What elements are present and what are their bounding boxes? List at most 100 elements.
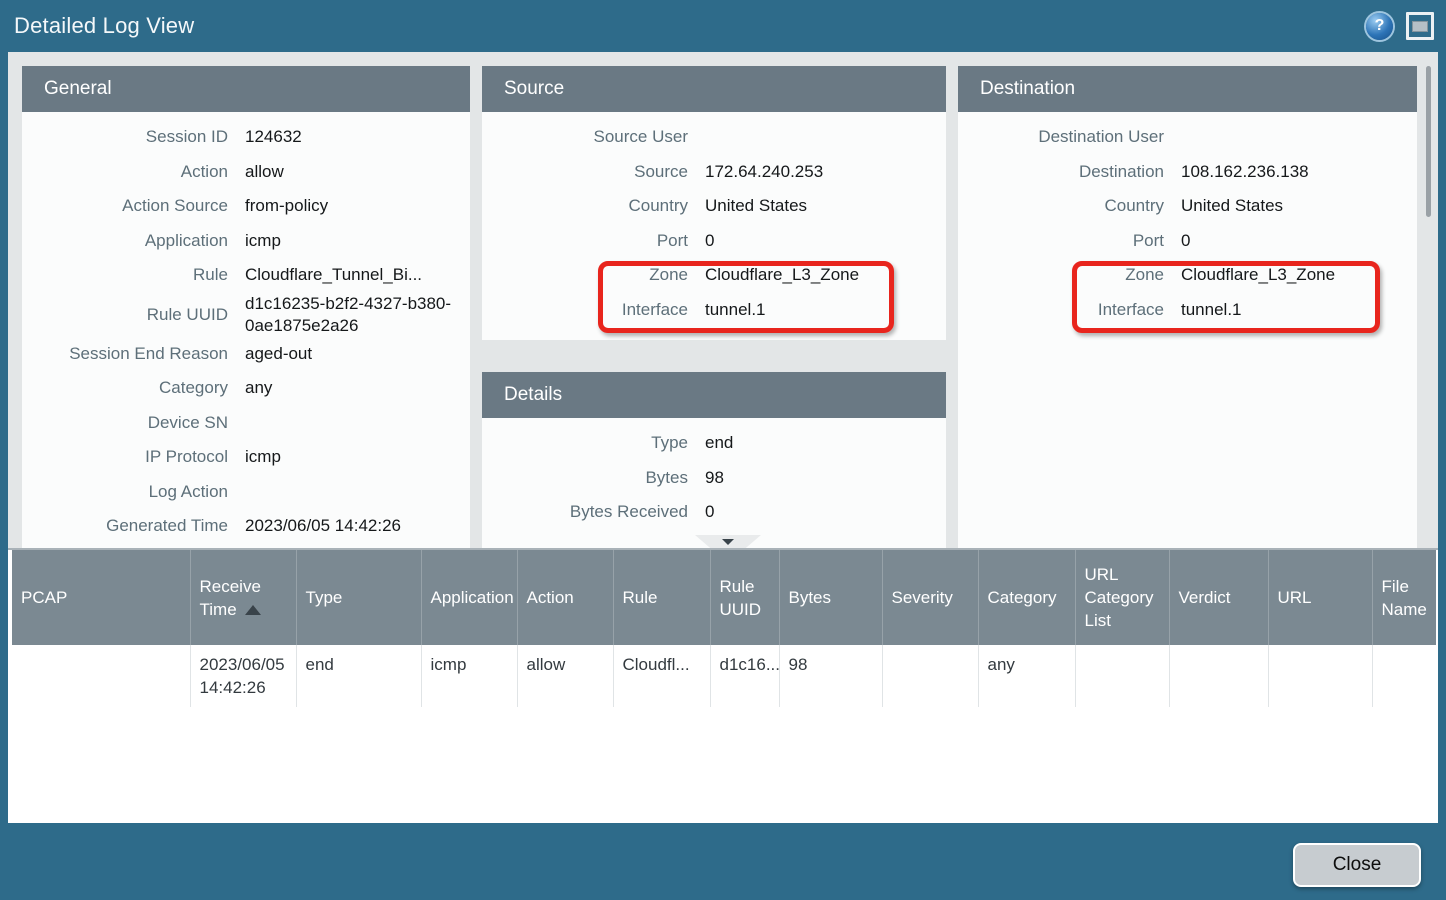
field-value: 0 bbox=[1181, 230, 1409, 252]
field-value: 124632 bbox=[245, 126, 462, 148]
details-panel-header: Details bbox=[482, 372, 946, 418]
field-label: Session End Reason bbox=[22, 344, 228, 364]
field-label: Zone bbox=[958, 265, 1164, 285]
field-value: end bbox=[705, 432, 938, 454]
field-label: IP Protocol bbox=[22, 447, 228, 467]
field-row: Port 0 bbox=[482, 224, 938, 259]
column-header[interactable]: Verdict bbox=[1169, 550, 1268, 645]
column-header[interactable]: URL bbox=[1268, 550, 1372, 645]
log-detail-panels: General Session ID 124632 Action allow bbox=[8, 52, 1438, 548]
log-table: PCAP Receive Time Type Application bbox=[12, 550, 1436, 707]
field-value: 2023/06/05 14:42:26 bbox=[245, 515, 462, 537]
column-header-label: Category bbox=[988, 588, 1057, 607]
field-label: Destination bbox=[958, 162, 1164, 182]
window-restore-icon[interactable] bbox=[1406, 12, 1434, 40]
log-table-cell: allow bbox=[517, 645, 613, 707]
log-table-cell: d1c16... bbox=[710, 645, 779, 707]
field-value: United States bbox=[1181, 195, 1409, 217]
log-table-section: PCAP Receive Time Type Application bbox=[8, 548, 1438, 823]
column-header-label: URL bbox=[1278, 588, 1312, 607]
field-label: Port bbox=[958, 231, 1164, 251]
field-value: aged-out bbox=[245, 343, 462, 365]
source-panel: Source Source User Source 172.64.240.253 bbox=[482, 66, 946, 340]
general-panel: General Session ID 124632 Action allow bbox=[22, 66, 470, 548]
column-header-label: Severity bbox=[892, 588, 953, 607]
general-panel-header: General bbox=[22, 66, 470, 112]
field-value: 98 bbox=[705, 467, 938, 489]
field-label: Destination User bbox=[958, 127, 1164, 147]
column-header[interactable]: Bytes bbox=[779, 550, 882, 645]
log-table-cell: Cloudfl... bbox=[613, 645, 710, 707]
column-header[interactable]: Rule UUID bbox=[710, 550, 779, 645]
log-table-cell: 2023/06/05 14:42:26 bbox=[190, 645, 296, 707]
field-row: Bytes 98 bbox=[482, 461, 938, 496]
field-label: Interface bbox=[482, 300, 688, 320]
field-row: Destination User bbox=[958, 120, 1409, 155]
field-row: Action Source from-policy bbox=[22, 189, 462, 224]
field-label: Action Source bbox=[22, 196, 228, 216]
close-button[interactable]: Close bbox=[1293, 843, 1421, 887]
column-header-label: Bytes bbox=[789, 588, 832, 607]
field-value: any bbox=[245, 377, 462, 399]
log-table-cell bbox=[12, 645, 190, 707]
column-header[interactable]: Severity bbox=[882, 550, 978, 645]
field-label: Interface bbox=[958, 300, 1164, 320]
field-value: tunnel.1 bbox=[705, 299, 938, 321]
field-row: IP Protocol icmp bbox=[22, 440, 462, 475]
field-row: Rule Cloudflare_Tunnel_Bi... bbox=[22, 258, 462, 293]
panels-scrollbar-thumb[interactable] bbox=[1426, 66, 1431, 217]
column-header[interactable]: URL Category List bbox=[1075, 550, 1169, 645]
field-label: Rule UUID bbox=[22, 305, 228, 325]
column-header[interactable]: Type bbox=[296, 550, 421, 645]
column-header-label: Type bbox=[306, 588, 343, 607]
field-label: Application bbox=[22, 231, 228, 251]
column-header-label: Rule UUID bbox=[720, 577, 762, 619]
log-table-cell bbox=[1169, 645, 1268, 707]
field-row: Generated Time 2023/06/05 14:42:26 bbox=[22, 509, 462, 544]
log-table-cell bbox=[1075, 645, 1169, 707]
log-table-cell: 98 bbox=[779, 645, 882, 707]
log-table-row[interactable]: 2023/06/05 14:42:26 end icmp allow Cloud… bbox=[12, 645, 1436, 707]
field-row: Device SN bbox=[22, 406, 462, 441]
field-label: Log Action bbox=[22, 482, 228, 502]
log-table-cell: icmp bbox=[421, 645, 517, 707]
field-value: allow bbox=[245, 161, 462, 183]
help-icon[interactable]: ? bbox=[1366, 13, 1393, 40]
details-panel: Details Type end Bytes 98 bbox=[482, 372, 946, 548]
field-row: Category any bbox=[22, 371, 462, 406]
column-header[interactable]: Receive Time bbox=[190, 550, 296, 645]
column-header-label: Action bbox=[527, 588, 574, 607]
field-label: Rule bbox=[22, 265, 228, 285]
column-header-label: URL Category List bbox=[1085, 565, 1154, 630]
log-table-cell bbox=[882, 645, 978, 707]
field-value: United States bbox=[705, 195, 938, 217]
column-header[interactable]: File Name bbox=[1372, 550, 1436, 645]
field-label: Port bbox=[482, 231, 688, 251]
field-value: Cloudflare_L3_Zone bbox=[1181, 264, 1409, 286]
column-header-label: Application bbox=[431, 588, 514, 607]
column-header[interactable]: PCAP bbox=[12, 550, 190, 645]
column-header[interactable]: Action bbox=[517, 550, 613, 645]
field-label: Source bbox=[482, 162, 688, 182]
column-header[interactable]: Category bbox=[978, 550, 1075, 645]
column-header[interactable]: Application bbox=[421, 550, 517, 645]
field-value: icmp bbox=[245, 446, 462, 468]
field-row: Zone Cloudflare_L3_Zone bbox=[482, 258, 938, 293]
field-value: tunnel.1 bbox=[1181, 299, 1409, 321]
field-value: 0 bbox=[705, 501, 938, 523]
field-label: Zone bbox=[482, 265, 688, 285]
field-label: Session ID bbox=[22, 127, 228, 147]
field-row: Rule UUID d1c16235-b2f2-4327-b380-0ae187… bbox=[22, 293, 462, 337]
sort-asc-icon bbox=[245, 605, 261, 615]
dialog-titlebar: Detailed Log View ? bbox=[0, 0, 1446, 52]
log-table-cell: end bbox=[296, 645, 421, 707]
details-panel-fields: Type end Bytes 98 Bytes Received 0 bbox=[482, 418, 946, 538]
window-restore-icon-bar bbox=[1412, 21, 1428, 32]
log-table-cell bbox=[1268, 645, 1372, 707]
column-header[interactable]: Rule bbox=[613, 550, 710, 645]
titlebar-icons: ? bbox=[1366, 12, 1434, 40]
field-row: Bytes Received 0 bbox=[482, 495, 938, 530]
field-label: Device SN bbox=[22, 413, 228, 433]
source-panel-header: Source bbox=[482, 66, 946, 112]
field-value: 172.64.240.253 bbox=[705, 161, 938, 183]
